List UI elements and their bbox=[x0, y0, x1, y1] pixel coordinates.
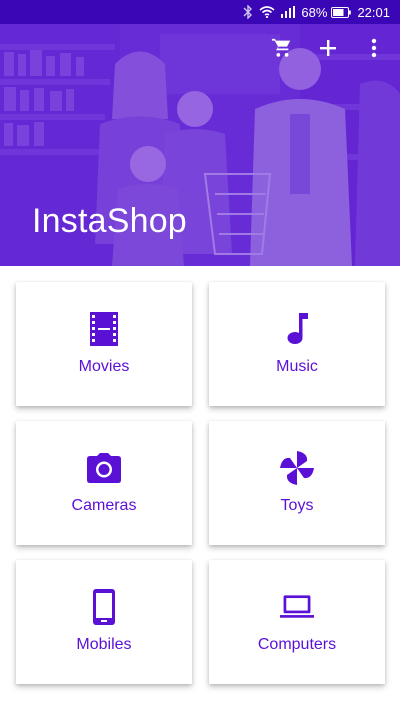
category-card-mobiles[interactable]: Mobiles bbox=[16, 560, 192, 684]
more-options-button[interactable] bbox=[362, 38, 386, 62]
cart-button[interactable] bbox=[270, 38, 294, 62]
battery-indicator: 68% bbox=[301, 4, 352, 20]
app-title: InstaShop bbox=[32, 202, 187, 240]
battery-percent: 68% bbox=[301, 4, 328, 20]
smartphone-icon bbox=[87, 589, 121, 625]
cart-icon bbox=[271, 37, 293, 64]
category-label: Mobiles bbox=[76, 636, 132, 653]
category-label: Music bbox=[276, 358, 318, 375]
category-card-toys[interactable]: Toys bbox=[209, 421, 385, 545]
category-card-movies[interactable]: Movies bbox=[16, 282, 192, 406]
category-card-computers[interactable]: Computers bbox=[209, 560, 385, 684]
toolbar-actions bbox=[270, 38, 386, 62]
movie-icon bbox=[87, 312, 121, 346]
status-bar: 68% 22:01 bbox=[0, 0, 400, 24]
bluetooth-icon bbox=[243, 5, 253, 19]
category-label: Toys bbox=[280, 497, 314, 514]
clock-time: 22:01 bbox=[357, 4, 390, 20]
pinwheel-icon bbox=[280, 451, 314, 485]
category-label: Cameras bbox=[71, 497, 137, 514]
add-button[interactable] bbox=[316, 38, 340, 62]
category-card-cameras[interactable]: Cameras bbox=[16, 421, 192, 545]
add-icon bbox=[319, 39, 337, 62]
more-vert-icon bbox=[371, 38, 377, 63]
signal-icon bbox=[281, 6, 296, 18]
category-grid: Movies Music Cameras Toys Mobiles Comput… bbox=[16, 282, 386, 684]
wifi-icon bbox=[259, 6, 275, 18]
category-label: Movies bbox=[78, 358, 130, 375]
laptop-icon bbox=[280, 590, 314, 624]
battery-icon bbox=[331, 6, 352, 18]
header-banner: InstaShop bbox=[0, 24, 400, 266]
camera-icon bbox=[87, 451, 121, 485]
category-label: Computers bbox=[257, 636, 337, 653]
category-card-music[interactable]: Music bbox=[209, 282, 385, 406]
music-note-icon bbox=[280, 312, 314, 346]
